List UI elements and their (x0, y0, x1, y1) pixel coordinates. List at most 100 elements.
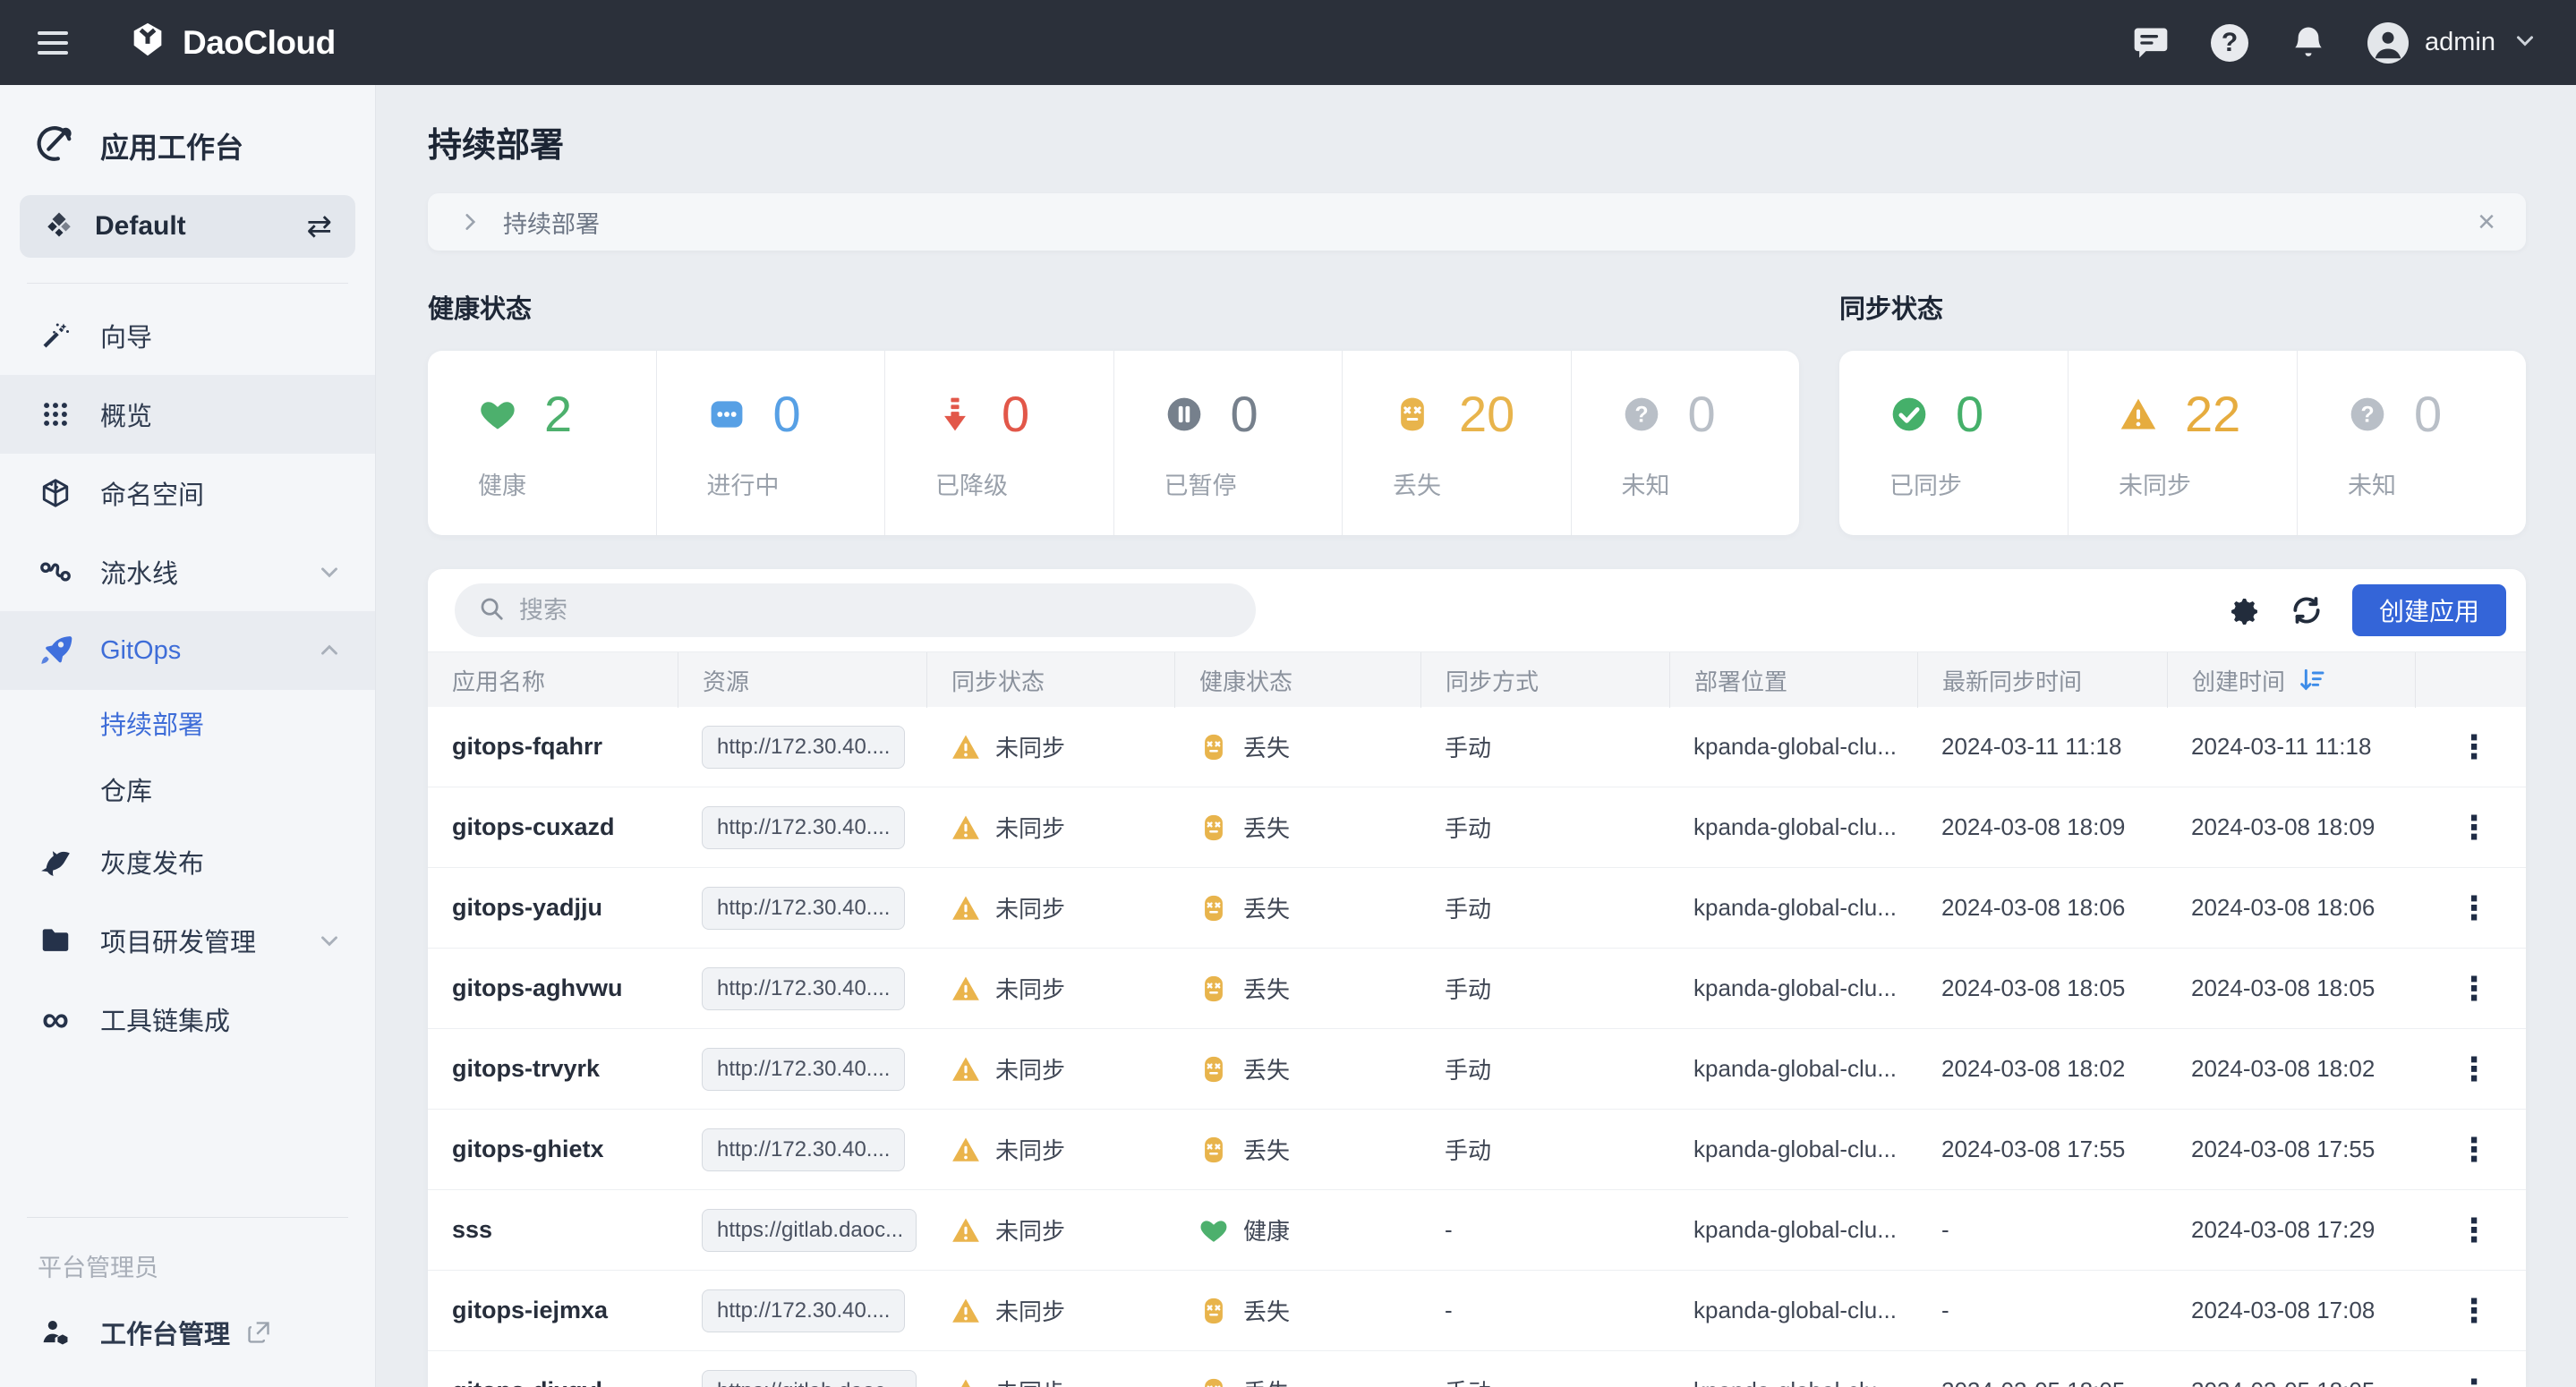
platform-role-label: 平台管理员 (0, 1248, 375, 1314)
resource-chip[interactable]: http://172.30.40.... (702, 1128, 905, 1171)
user-name: admin (2425, 28, 2495, 57)
workspace-selector[interactable]: Default ⇄ (20, 195, 355, 258)
switch-workspace-icon[interactable]: ⇄ (307, 211, 333, 242)
stat-label: 健康 (478, 466, 656, 501)
app-name-cell[interactable]: gitops-cuxazd (428, 813, 678, 841)
row-actions-kebab-icon[interactable]: ⋮ (2415, 809, 2526, 847)
sidebar-item-nav-2[interactable]: 命名空间 (0, 454, 375, 532)
row-actions-kebab-icon[interactable]: ⋮ (2415, 1212, 2526, 1249)
chat-icon[interactable] (2131, 23, 2171, 63)
deploy-location-cell: kpanda-global-clu... (1669, 1055, 1917, 1083)
health-section-title: 健康状态 (428, 288, 1799, 326)
app-name-cell[interactable]: gitops-fqahrr (428, 733, 678, 761)
sidebar-subitem-0[interactable]: 持续部署 (0, 690, 375, 756)
created-time-cell: 2024-03-08 18:06 (2167, 894, 2415, 922)
search-box[interactable] (455, 583, 1256, 637)
stat-label: 未同步 (2119, 466, 2297, 501)
sync-status-text: 未同步 (995, 1133, 1065, 1166)
resource-chip[interactable]: https://gitlab.daoc... (702, 1209, 917, 1252)
bell-icon[interactable] (2289, 23, 2328, 63)
last-sync-time-cell: 2024-03-08 18:06 (1917, 894, 2167, 922)
last-sync-time-cell: - (1917, 1297, 2167, 1324)
created-time-cell: 2024-03-08 17:55 (2167, 1136, 2415, 1163)
heart-icon (1198, 1215, 1229, 1246)
sync-mode-cell: 手动 (1420, 730, 1669, 763)
stat-unknown: ? 0 未知 (1571, 351, 1800, 535)
warning-triangle-icon (951, 1376, 981, 1387)
sidebar-item-label: 流水线 (100, 553, 178, 591)
sidebar-item-label: GitOps (100, 636, 181, 666)
refresh-icon[interactable] (2290, 593, 2324, 627)
app-name-cell[interactable]: gitops-trvyrk (428, 1055, 678, 1083)
resource-cell: http://172.30.40.... (678, 887, 926, 930)
user-menu[interactable]: admin (2367, 22, 2538, 64)
sync-section-title: 同步状态 (1839, 288, 2526, 326)
sidebar-subitem-1[interactable]: 仓库 (0, 756, 375, 822)
resource-chip[interactable]: http://172.30.40.... (702, 887, 905, 930)
resource-chip[interactable]: http://172.30.40.... (702, 1289, 905, 1332)
breadcrumb-banner: 持续部署 × (428, 193, 2526, 251)
sidebar-item-gitops[interactable]: GitOps (0, 611, 375, 690)
deploy-location-cell: kpanda-global-clu... (1669, 974, 1917, 1002)
sync-status-cell: 未同步 (926, 811, 1174, 844)
row-actions-kebab-icon[interactable]: ⋮ (2415, 728, 2526, 766)
sync-status-text: 未同步 (995, 1052, 1065, 1085)
workspace-selected: Default (95, 211, 186, 242)
row-actions-kebab-icon[interactable]: ⋮ (2415, 889, 2526, 927)
logo-cube-icon (127, 20, 168, 65)
bird-icon (38, 845, 73, 879)
help-icon[interactable]: ? (2210, 23, 2249, 63)
gear-icon[interactable] (2227, 593, 2261, 627)
deploy-location-cell: kpanda-global-clu... (1669, 894, 1917, 922)
synced-icon (1889, 395, 1929, 434)
sync-status-cell: 未同步 (926, 1213, 1174, 1247)
sort-descending-icon[interactable] (2298, 666, 2326, 694)
column-label: 创建时间 (2192, 664, 2285, 697)
sidebar-item-nav-6[interactable]: 项目研发管理 (0, 901, 375, 980)
stat-label: 未知 (1622, 466, 1800, 501)
paused-icon (1164, 395, 1204, 434)
close-icon[interactable]: × (2478, 207, 2495, 237)
sync-status-cell: 未同步 (926, 1294, 1174, 1327)
degraded-icon (935, 395, 975, 434)
health-status-cell: 丢失 (1174, 1374, 1420, 1387)
created-time-cell: 2024-03-08 17:08 (2167, 1297, 2415, 1324)
sidebar-divider (27, 283, 348, 284)
search-input[interactable] (519, 597, 1233, 625)
resource-chip[interactable]: http://172.30.40.... (702, 726, 905, 769)
sidebar-item-nav-7[interactable]: ∞ 工具链集成 (0, 980, 375, 1059)
app-name-cell[interactable]: gitops-aghvwu (428, 974, 678, 1002)
sidebar-item-workbench-admin[interactable]: 工作台管理 (0, 1314, 375, 1351)
brand-logo: DaoCloud (127, 20, 336, 65)
resource-chip[interactable]: http://172.30.40.... (702, 1048, 905, 1091)
sidebar-item-nav-5[interactable]: 灰度发布 (0, 822, 375, 901)
app-name-cell[interactable]: gitops-iejmxa (428, 1297, 678, 1324)
sidebar-item-nav-0[interactable]: 向导 (0, 296, 375, 375)
app-name-cell[interactable]: gitops-yadjju (428, 894, 678, 922)
row-actions-kebab-icon[interactable]: ⋮ (2415, 970, 2526, 1008)
sidebar-item-nav-3[interactable]: 流水线 (0, 532, 375, 611)
resource-chip[interactable]: http://172.30.40.... (702, 806, 905, 849)
resource-chip[interactable]: http://172.30.40.... (702, 967, 905, 1010)
chevron-right-icon[interactable] (458, 210, 482, 234)
created-time-cell: 2024-03-08 17:29 (2167, 1216, 2415, 1244)
sync-mode-cell: - (1420, 1297, 1669, 1324)
row-actions-kebab-icon[interactable]: ⋮ (2415, 1131, 2526, 1169)
stat-value: 0 (773, 385, 801, 443)
sync-mode-cell: 手动 (1420, 1133, 1669, 1166)
row-actions-kebab-icon[interactable]: ⋮ (2415, 1051, 2526, 1088)
sidebar-item-nav-1[interactable]: 概览 (0, 375, 375, 454)
create-app-button[interactable]: 创建应用 (2352, 584, 2506, 636)
app-name-cell[interactable]: gitops-ghietx (428, 1136, 678, 1163)
stat-label: 已同步 (1889, 466, 2068, 501)
breadcrumb: 持续部署 (503, 205, 600, 240)
resource-chip[interactable]: https://gitlab.daoc... (702, 1370, 917, 1387)
app-name-cell[interactable]: sss (428, 1216, 678, 1244)
app-name-cell[interactable]: gitops-dixgyl (428, 1377, 678, 1387)
table-row: gitops-iejmxa http://172.30.40.... 未同步 丢… (428, 1271, 2526, 1351)
stat-label: 已暂停 (1164, 466, 1343, 501)
last-sync-time-cell: 2024-03-08 17:55 (1917, 1136, 2167, 1163)
hamburger-menu-icon[interactable] (38, 31, 68, 55)
row-actions-kebab-icon[interactable]: ⋮ (2415, 1292, 2526, 1330)
row-actions-kebab-icon[interactable]: ⋮ (2415, 1373, 2526, 1387)
